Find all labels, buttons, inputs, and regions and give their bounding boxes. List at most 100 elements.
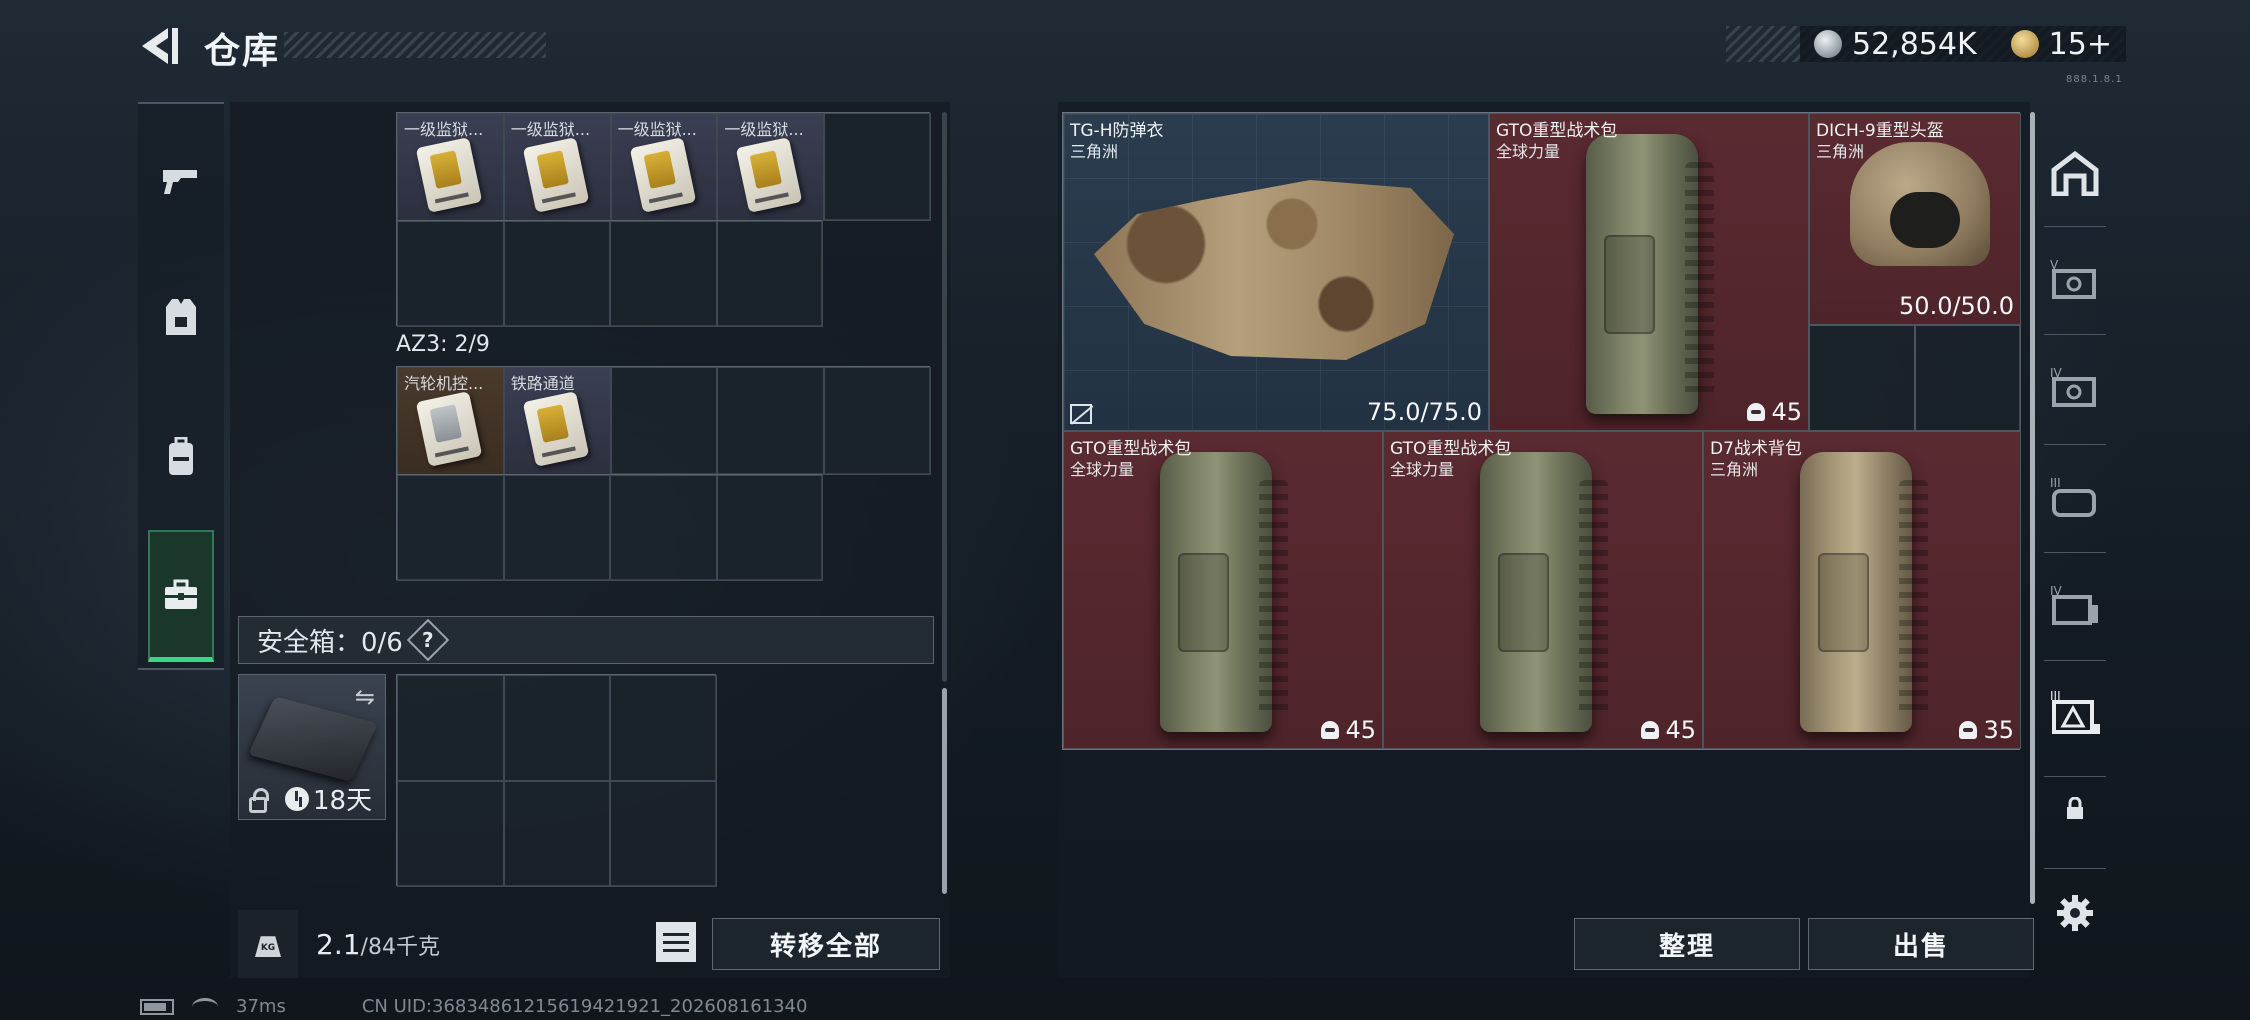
tier-iii-storage-icon: III xyxy=(2050,476,2096,517)
version-code: 888.1.8.1 xyxy=(2066,74,2123,85)
gold-coin-icon xyxy=(2010,30,2039,58)
empty-slot[interactable] xyxy=(397,675,504,781)
empty-slot[interactable] xyxy=(610,475,717,581)
empty-slot[interactable] xyxy=(503,675,611,781)
inventory-slot[interactable]: 一级监狱... xyxy=(397,113,504,221)
tier-iv-storage-icon: IV xyxy=(2050,366,2096,407)
empty-slot[interactable] xyxy=(610,367,718,475)
page-title: 仓库 xyxy=(204,31,281,72)
safe-house-tab[interactable] xyxy=(2040,128,2110,218)
weight-current: 2.1 xyxy=(316,928,361,961)
helmet-image xyxy=(1850,142,1990,266)
empty-slot[interactable] xyxy=(824,113,931,221)
tier-iii-warning-tab[interactable]: III xyxy=(2040,668,2110,758)
safe-house-icon xyxy=(2051,150,2099,196)
help-icon[interactable]: ? xyxy=(406,618,450,662)
sort-button[interactable]: 整理 xyxy=(1574,918,1800,970)
locked-slot-tab[interactable] xyxy=(2040,764,2110,854)
empty-slot[interactable] xyxy=(1809,325,1915,431)
storage-item-backpack[interactable]: GTO重型战术包 全球力量 45 xyxy=(1383,431,1703,749)
item-label: 一级监狱... xyxy=(510,120,591,139)
keycard-icon xyxy=(629,137,696,213)
item-capacity: 45 xyxy=(1321,716,1376,744)
storage-item-backpack[interactable]: D7战术背包 三角洲 35 xyxy=(1703,431,2021,749)
list-view-button[interactable] xyxy=(656,922,696,962)
tier-iii-warning-icon: III xyxy=(2050,689,2100,734)
tier-iv-storage-tab[interactable]: IV xyxy=(2040,342,2110,432)
inventory-slot[interactable]: 汽轮机控... xyxy=(397,367,504,475)
gold-currency-value[interactable]: 15+ xyxy=(2049,27,2112,62)
inventory-slot[interactable]: 一级监狱... xyxy=(717,113,825,221)
inventory-slot[interactable]: 一级监狱... xyxy=(610,113,718,221)
title-decoration xyxy=(284,32,546,58)
settings-icon xyxy=(2057,895,2093,931)
sell-button[interactable]: 出售 xyxy=(1808,918,2034,970)
tier-iii-storage-tab[interactable]: III xyxy=(2040,452,2110,542)
tier-v-storage-icon: V xyxy=(2050,258,2096,299)
empty-slot[interactable] xyxy=(610,221,717,327)
weapons-tab[interactable] xyxy=(138,116,224,246)
safe-box-grid xyxy=(396,674,717,887)
keycard-icon xyxy=(736,137,803,213)
empty-slot[interactable] xyxy=(503,221,610,327)
tier-iv-bag-icon: IV xyxy=(2050,584,2098,625)
back-arrow-icon[interactable] xyxy=(136,24,180,68)
empty-slot[interactable] xyxy=(397,781,504,887)
left-scrollbar[interactable] xyxy=(942,688,947,894)
locked-slot-icon xyxy=(2067,797,2083,819)
empty-slot[interactable] xyxy=(610,781,717,887)
briefcase-icon xyxy=(165,579,197,609)
pistol-icon xyxy=(163,170,197,194)
kg-weight-icon: KG xyxy=(255,936,281,957)
capacity-icon xyxy=(1641,721,1660,739)
container-grid-top: 一级监狱... 一级监狱... 一级监狱... 一级监狱... xyxy=(396,112,931,221)
empty-slot[interactable] xyxy=(503,475,610,581)
uid-text: CN UID:36834861215619421921_202608161340 xyxy=(361,996,808,1017)
vest-icon xyxy=(166,299,196,335)
armor-tab[interactable] xyxy=(138,252,224,382)
keycard-icon xyxy=(415,391,483,467)
status-bar: 37ms CN UID:36834861215619421921_2026081… xyxy=(140,996,807,1017)
az3-grid-top: 汽轮机控... 铁路通道 xyxy=(396,366,931,475)
list-line xyxy=(663,932,689,936)
empty-slot[interactable] xyxy=(397,221,504,327)
item-faction: 全球力量 xyxy=(1070,460,1135,479)
empty-slot[interactable] xyxy=(397,475,504,581)
item-faction: 全球力量 xyxy=(1496,142,1561,161)
inventory-slot[interactable]: 一级监狱... xyxy=(503,113,611,221)
empty-slot[interactable] xyxy=(824,367,931,475)
safe-case-tab[interactable] xyxy=(148,530,214,662)
backpack-image xyxy=(1480,452,1608,732)
safe-case-slot[interactable]: ⇋ 18天 xyxy=(238,674,386,820)
swap-icon[interactable]: ⇋ xyxy=(355,683,375,711)
safe-duration-text: 18天 xyxy=(313,786,373,816)
storage-item-helmet[interactable]: DICH-9重型头盔 三角洲 50.0/50.0 xyxy=(1809,113,2021,325)
keycard-icon xyxy=(415,137,483,213)
settings-button[interactable] xyxy=(2040,876,2110,950)
empty-slot[interactable] xyxy=(1915,325,2021,431)
storage-item-backpack[interactable]: GTO重型战术包 全球力量 45 xyxy=(1063,431,1383,749)
list-line xyxy=(663,940,689,944)
safe-duration: 18天 xyxy=(285,780,372,817)
wifi-icon xyxy=(192,997,218,1016)
item-faction: 三角洲 xyxy=(1710,460,1759,479)
storage-item-backpack[interactable]: GTO重型战术包 全球力量 45 xyxy=(1489,113,1809,431)
item-faction: 三角洲 xyxy=(1816,142,1865,161)
inventory-slot[interactable]: 铁路通道 xyxy=(503,367,611,475)
tier-iv-bag-tab[interactable]: IV xyxy=(2040,560,2110,650)
az3-grid-bottom xyxy=(396,474,823,581)
empty-slot[interactable] xyxy=(717,367,825,475)
clock-icon xyxy=(285,786,309,811)
empty-slot[interactable] xyxy=(716,221,823,327)
warehouse-scrollbar[interactable] xyxy=(2030,112,2035,904)
backpack-image xyxy=(1586,134,1714,414)
empty-slot[interactable] xyxy=(716,475,823,581)
backpack-tab[interactable] xyxy=(138,392,224,522)
currency-display: 52,854K 15+ xyxy=(1800,26,2126,62)
safe-capacity-label: 安全箱：0/6 xyxy=(257,627,403,658)
tier-v-storage-tab[interactable]: V xyxy=(2040,234,2110,324)
empty-slot[interactable] xyxy=(503,781,611,887)
transfer-all-button[interactable]: 转移全部 xyxy=(712,918,940,970)
empty-slot[interactable] xyxy=(610,675,717,781)
storage-item-vest[interactable]: TG-H防弹衣 三角洲 75.0/75.0 xyxy=(1063,113,1489,431)
